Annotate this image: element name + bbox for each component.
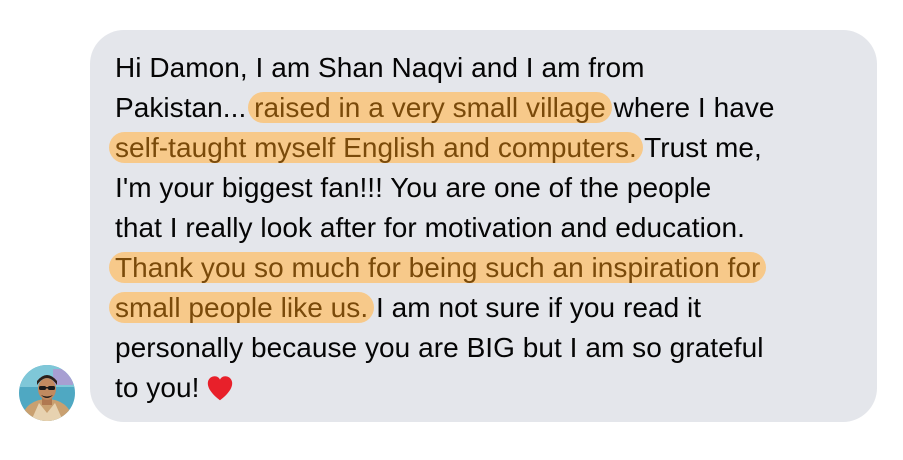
message-text-segment: that I really look after for motivation … [115,212,745,243]
message-text-segment: Hi Damon, I am Shan Naqvi and I am from [115,52,645,83]
message-text-segment: to you! [115,372,200,403]
message-line: personally because you are BIG but I am … [115,328,763,368]
highlighted-text: raised in a very small village [248,92,612,123]
message-line: Thank you so much for being such an insp… [109,248,767,288]
sender-avatar[interactable] [19,365,75,421]
message-line: self-taught myself English and computers… [109,128,762,168]
avatar-photo-icon [19,365,75,421]
highlighted-text: Thank you so much for being such an insp… [109,252,767,283]
message-line: I'm your biggest fan!!! You are one of t… [115,168,711,208]
message-line: small people like us. I am not sure if y… [109,288,702,328]
heart-emoji-icon [208,376,233,401]
message-line: Pakistan... raised in a very small villa… [115,88,775,128]
message-text-segment: personally because you are BIG but I am … [115,332,764,363]
message-text-segment: Trust me, [636,132,762,163]
message-text-segment: I am not sure if you read it [368,292,702,323]
message-text-segment: where I have [605,92,775,123]
message-line: to you! [115,368,235,408]
message-line: that I really look after for motivation … [115,208,745,248]
message-text-segment: Pakistan... [115,92,255,123]
message-line: Hi Damon, I am Shan Naqvi and I am from [115,48,645,88]
message-text-segment: I'm your biggest fan!!! You are one of t… [115,172,712,203]
highlighted-text: self-taught myself English and computers… [109,132,643,163]
highlighted-text: small people like us. [109,292,375,323]
